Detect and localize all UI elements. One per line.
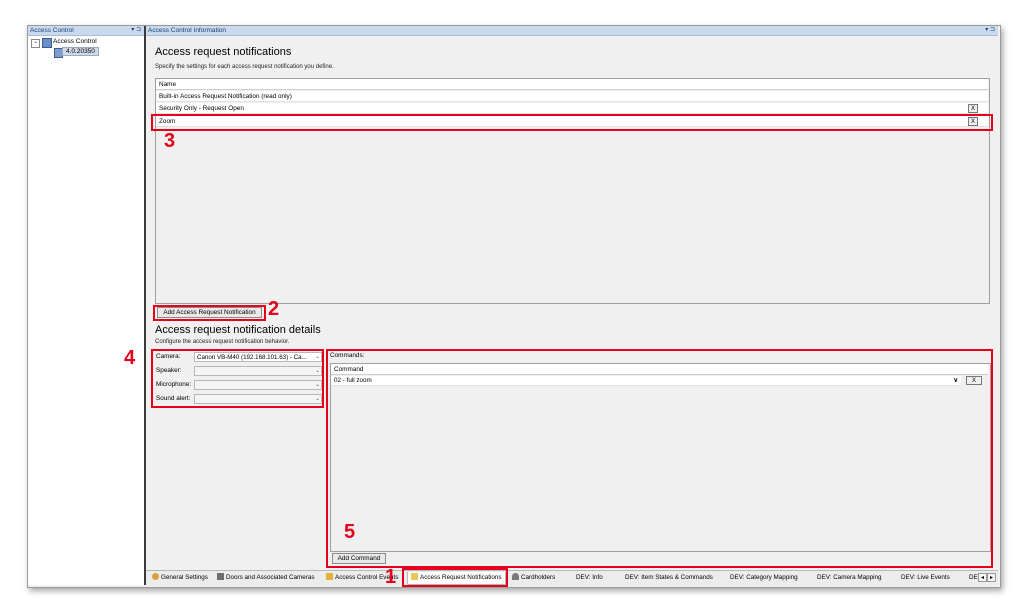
annotation-box-5 xyxy=(326,349,993,568)
tab-dev-truncated[interactable]: DE xyxy=(969,572,978,584)
table-row[interactable]: Built-in Access Request Notification (re… xyxy=(156,91,988,102)
tab-scroll-right-icon[interactable]: ▸ xyxy=(987,573,996,582)
tab-dev-item-states[interactable]: DEV: Item States & Commands xyxy=(625,572,713,584)
pin-icon[interactable]: ▾ ⊐ xyxy=(985,26,995,35)
annotation-number-5: 5 xyxy=(344,521,356,543)
remove-row-button[interactable]: X xyxy=(968,104,978,113)
grid-header: Name xyxy=(156,79,988,90)
event-icon xyxy=(326,573,333,580)
tree-item-version[interactable]: 4.0.20350 xyxy=(62,47,99,56)
annotation-box-2 xyxy=(153,305,266,321)
main-panel-title: Access Control Information xyxy=(148,27,227,34)
camera-icon xyxy=(217,573,224,580)
left-panel-header: Access Control ▾ ⊐ xyxy=(28,26,144,36)
tree-item-access-control[interactable]: Access Control xyxy=(53,38,97,45)
tab-dev-info[interactable]: DEV: Info xyxy=(576,572,603,584)
tab-cardholders[interactable]: Cardholders xyxy=(512,572,555,584)
main-panel-header: Access Control Information ▾ ⊐ xyxy=(146,26,998,36)
tree-collapse-icon[interactable]: − xyxy=(31,39,40,48)
pin-icon[interactable]: ▾ ⊐ xyxy=(131,26,141,35)
notifications-title: Access request notifications xyxy=(155,46,292,58)
row-name: Security Only - Request Open xyxy=(159,105,244,112)
annotation-number-4: 4 xyxy=(124,347,136,369)
table-row[interactable]: Security Only - Request Open xyxy=(156,103,988,114)
annotation-box-4 xyxy=(151,349,324,408)
annotation-box-1 xyxy=(402,568,508,587)
annotation-box-3 xyxy=(151,114,993,131)
annotation-number-1: 1 xyxy=(385,566,397,588)
row-name: Built-in Access Request Notification (re… xyxy=(159,93,292,100)
left-panel xyxy=(28,26,146,585)
tab-dev-live-events[interactable]: DEV: Live Events xyxy=(901,572,950,584)
details-subtitle: Configure the access request notificatio… xyxy=(155,339,290,345)
details-title: Access request notification details xyxy=(155,324,321,336)
tab-general-settings[interactable]: General Settings xyxy=(152,572,208,584)
notifications-subtitle: Specify the settings for each access req… xyxy=(155,64,334,70)
person-icon xyxy=(512,573,519,580)
annotation-number-3: 3 xyxy=(164,130,176,152)
access-control-icon xyxy=(42,38,52,48)
tab-dev-camera-mapping[interactable]: DEV: Camera Mapping xyxy=(817,572,882,584)
tab-doors-cameras[interactable]: Doors and Associated Cameras xyxy=(217,572,315,584)
left-panel-title: Access Control xyxy=(30,27,74,34)
tab-scroll-left-icon[interactable]: ◂ xyxy=(978,573,987,582)
settings-icon xyxy=(152,573,159,580)
tab-dev-category-mapping[interactable]: DEV: Category Mapping xyxy=(730,572,798,584)
column-name: Name xyxy=(159,81,177,88)
annotation-number-2: 2 xyxy=(268,298,280,320)
